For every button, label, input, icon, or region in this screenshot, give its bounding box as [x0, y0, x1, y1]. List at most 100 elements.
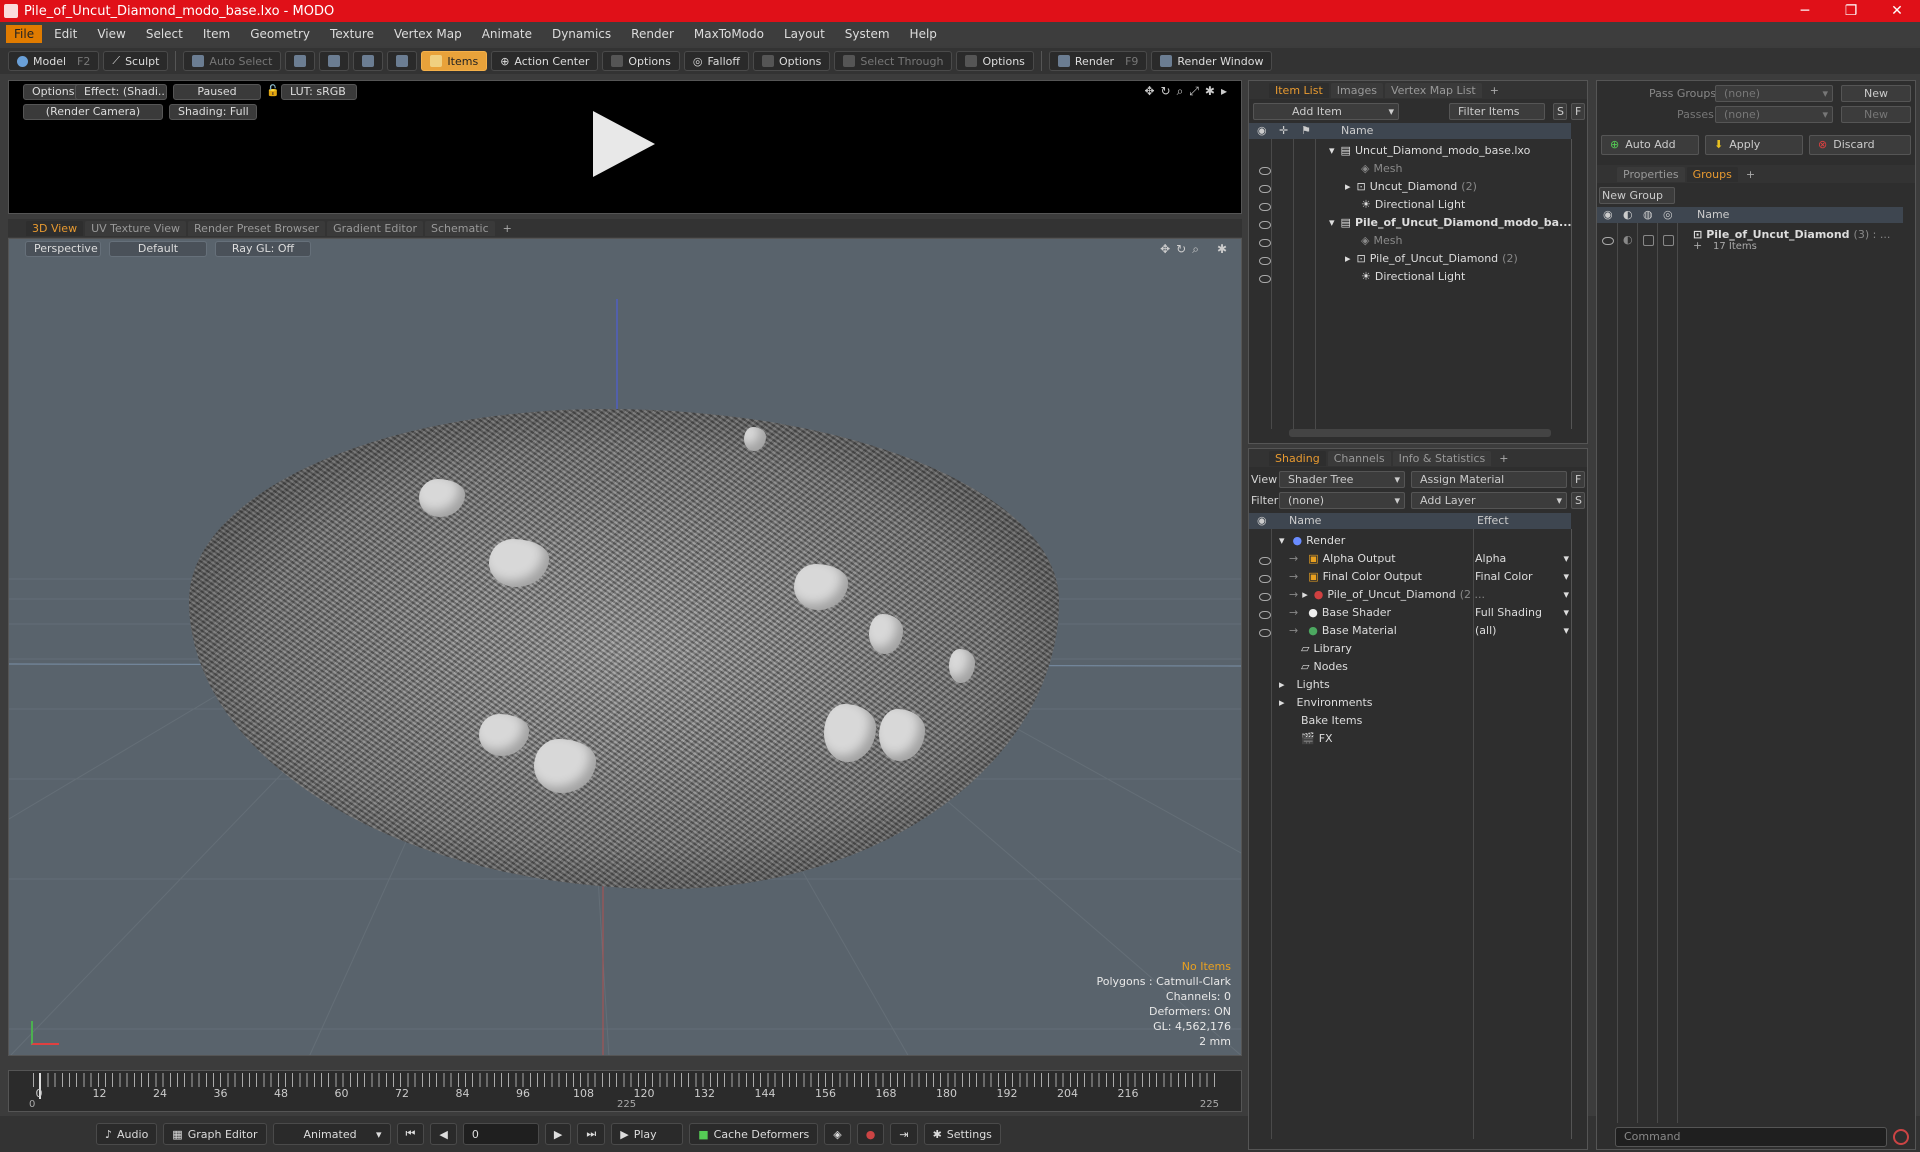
view-dropdown[interactable]: Shader Tree ▾	[1279, 471, 1405, 488]
effect-dropdown[interactable]: Final Color ▾	[1475, 567, 1569, 585]
pass-groups-dropdown[interactable]: (none) ▾	[1715, 85, 1833, 102]
expand-icon[interactable]: +	[1693, 239, 1702, 252]
add-tab-button[interactable]: +	[1740, 167, 1761, 182]
menu-edit[interactable]: Edit	[46, 25, 85, 43]
effect-dropdown[interactable]: (all) ▾	[1475, 621, 1569, 639]
shader-row-base-material[interactable]: → ● Base Material	[1289, 621, 1397, 639]
lock-icon[interactable]: 🔓	[266, 84, 280, 97]
tab-schematic[interactable]: Schematic	[425, 220, 495, 236]
eye-icon[interactable]	[1259, 257, 1271, 265]
list-item[interactable]: ▸ ⊡ Uncut_Diamond (2)	[1345, 177, 1477, 195]
rotate-icon[interactable]: ↻	[1161, 84, 1171, 99]
effect-dropdown[interactable]: Effect: (Shadi...	[75, 84, 167, 100]
apply-button[interactable]: ⬇ Apply	[1705, 135, 1803, 155]
raygl-dropdown[interactable]: Ray GL: Off	[215, 241, 311, 257]
menu-geometry[interactable]: Geometry	[242, 25, 318, 43]
select-options-button[interactable]: Options	[956, 51, 1034, 71]
shader-row-base-shader[interactable]: → ● Base Shader	[1289, 603, 1391, 621]
menu-maxtomodo[interactable]: MaxToModo	[686, 25, 772, 43]
gear-icon[interactable]: ✱	[1217, 242, 1227, 257]
perspective-dropdown[interactable]: Perspective	[25, 241, 101, 257]
add-tab-button[interactable]: +	[1484, 83, 1505, 98]
menu-animate[interactable]: Animate	[474, 25, 540, 43]
animated-dropdown[interactable]: Animated ▾	[272, 1123, 391, 1145]
eye-icon[interactable]	[1259, 239, 1271, 247]
effect-dropdown[interactable]: Alpha ▾	[1475, 549, 1569, 567]
record-button[interactable]: ●	[856, 1123, 885, 1145]
zoom-icon[interactable]: ⌕	[1177, 84, 1184, 99]
arrow-right-icon[interactable]: ▸	[1221, 84, 1227, 99]
maximize-icon[interactable]: ⤢	[1189, 84, 1199, 99]
horizontal-scrollbar[interactable]	[1289, 429, 1551, 437]
action-center-options-button[interactable]: Options	[602, 51, 680, 71]
lock-checkbox[interactable]	[1643, 235, 1654, 246]
add-tab-button[interactable]: +	[497, 221, 518, 236]
paused-button[interactable]: Paused	[173, 84, 261, 100]
first-frame-button[interactable]: ⏮	[396, 1123, 425, 1145]
shader-row-lights[interactable]: ▸ Lights	[1279, 675, 1330, 693]
shader-row-fx[interactable]: 🎬 FX	[1301, 729, 1333, 747]
gear-icon[interactable]: ✱	[1205, 84, 1215, 99]
list-item[interactable]: ◈ Mesh	[1361, 159, 1402, 177]
3d-viewport[interactable]: Perspective Default Ray GL: Off ✥ ↻ ⌕ ✱ …	[8, 238, 1242, 1056]
eye-icon[interactable]	[1259, 593, 1271, 601]
key-tool-button[interactable]: ◈	[824, 1123, 851, 1145]
menu-layout[interactable]: Layout	[776, 25, 833, 43]
falloff-button[interactable]: ◎ Falloff	[683, 51, 749, 71]
search-toggle-button[interactable]: S	[1553, 103, 1567, 120]
polygons-mode-button[interactable]	[353, 51, 384, 71]
list-item[interactable]: ▸ ⊡ Pile_of_Uncut_Diamond (2)	[1345, 249, 1518, 267]
move-icon[interactable]: ✥	[1160, 242, 1170, 257]
select-checkbox[interactable]	[1663, 235, 1674, 246]
zoom-icon[interactable]: ⌕	[1192, 242, 1199, 257]
auto-select-button[interactable]: Auto Select	[183, 51, 282, 71]
list-item[interactable]: ☀ Directional Light	[1361, 267, 1465, 285]
eye-icon[interactable]	[1259, 185, 1271, 193]
menu-item[interactable]: Item	[195, 25, 238, 43]
new-group-button[interactable]: New Group	[1599, 187, 1675, 204]
passes-dropdown[interactable]: (none) ▾	[1715, 106, 1833, 123]
last-frame-button[interactable]: ⏭	[577, 1123, 606, 1145]
default-dropdown[interactable]: Default	[109, 241, 207, 257]
play-render-icon[interactable]	[593, 111, 655, 177]
tab-images[interactable]: Images	[1330, 82, 1383, 98]
shader-row-final-color-output[interactable]: → ▣ Final Color Output	[1289, 567, 1422, 585]
frame-input[interactable]: 0	[462, 1123, 539, 1145]
settings-button[interactable]: ✱ Settings	[923, 1123, 1001, 1145]
model-mode-button[interactable]: Model F2	[8, 51, 100, 71]
shader-row-nodes[interactable]: ▱ Nodes	[1301, 657, 1348, 675]
minimize-button[interactable]: ─	[1782, 3, 1828, 19]
audio-button[interactable]: ♪ Audio	[96, 1123, 158, 1145]
rotate-icon[interactable]: ↻	[1176, 242, 1186, 257]
sculpt-mode-button[interactable]: ⟋ Sculpt	[103, 51, 169, 71]
auto-add-button[interactable]: ⊕ Auto Add	[1601, 135, 1699, 155]
next-key-button[interactable]: ▶	[544, 1123, 572, 1145]
menu-render[interactable]: Render	[623, 25, 682, 43]
menu-vertex-map[interactable]: Vertex Map	[386, 25, 470, 43]
shading-dropdown[interactable]: Shading: Full	[169, 104, 257, 120]
tab-groups[interactable]: Groups	[1686, 166, 1738, 182]
key-nav-button[interactable]: ⇥	[890, 1123, 918, 1145]
assign-material-button[interactable]: Assign Material	[1411, 471, 1567, 488]
shader-row-bake-items[interactable]: Bake Items	[1301, 711, 1362, 729]
tab-item-list[interactable]: Item List	[1269, 82, 1329, 98]
tab-shading[interactable]: Shading	[1269, 450, 1326, 466]
tab-3d-view[interactable]: 3D View	[26, 220, 84, 236]
eye-icon[interactable]	[1602, 237, 1614, 245]
add-item-dropdown[interactable]: Add Item ▾	[1253, 103, 1399, 120]
add-layer-dropdown[interactable]: Add Layer ▾	[1411, 492, 1567, 509]
eye-icon[interactable]	[1259, 275, 1271, 283]
falloff-options-button[interactable]: Options	[752, 51, 831, 71]
eye-icon[interactable]	[1259, 629, 1271, 637]
menu-system[interactable]: System	[837, 25, 898, 43]
prev-key-button[interactable]: ◀	[430, 1123, 457, 1145]
command-history-icon[interactable]	[1893, 1129, 1909, 1145]
lut-dropdown[interactable]: LUT: sRGB	[281, 84, 357, 100]
discard-button[interactable]: ⊗ Discard	[1809, 135, 1911, 155]
tab-gradient-editor[interactable]: Gradient Editor	[327, 220, 423, 236]
menu-file[interactable]: File	[6, 25, 43, 43]
shader-row-render[interactable]: ▾ ● Render	[1279, 531, 1345, 549]
command-input[interactable]: Command	[1615, 1127, 1887, 1147]
select-through-button[interactable]: Select Through	[834, 51, 953, 71]
materials-mode-button[interactable]	[387, 51, 418, 71]
